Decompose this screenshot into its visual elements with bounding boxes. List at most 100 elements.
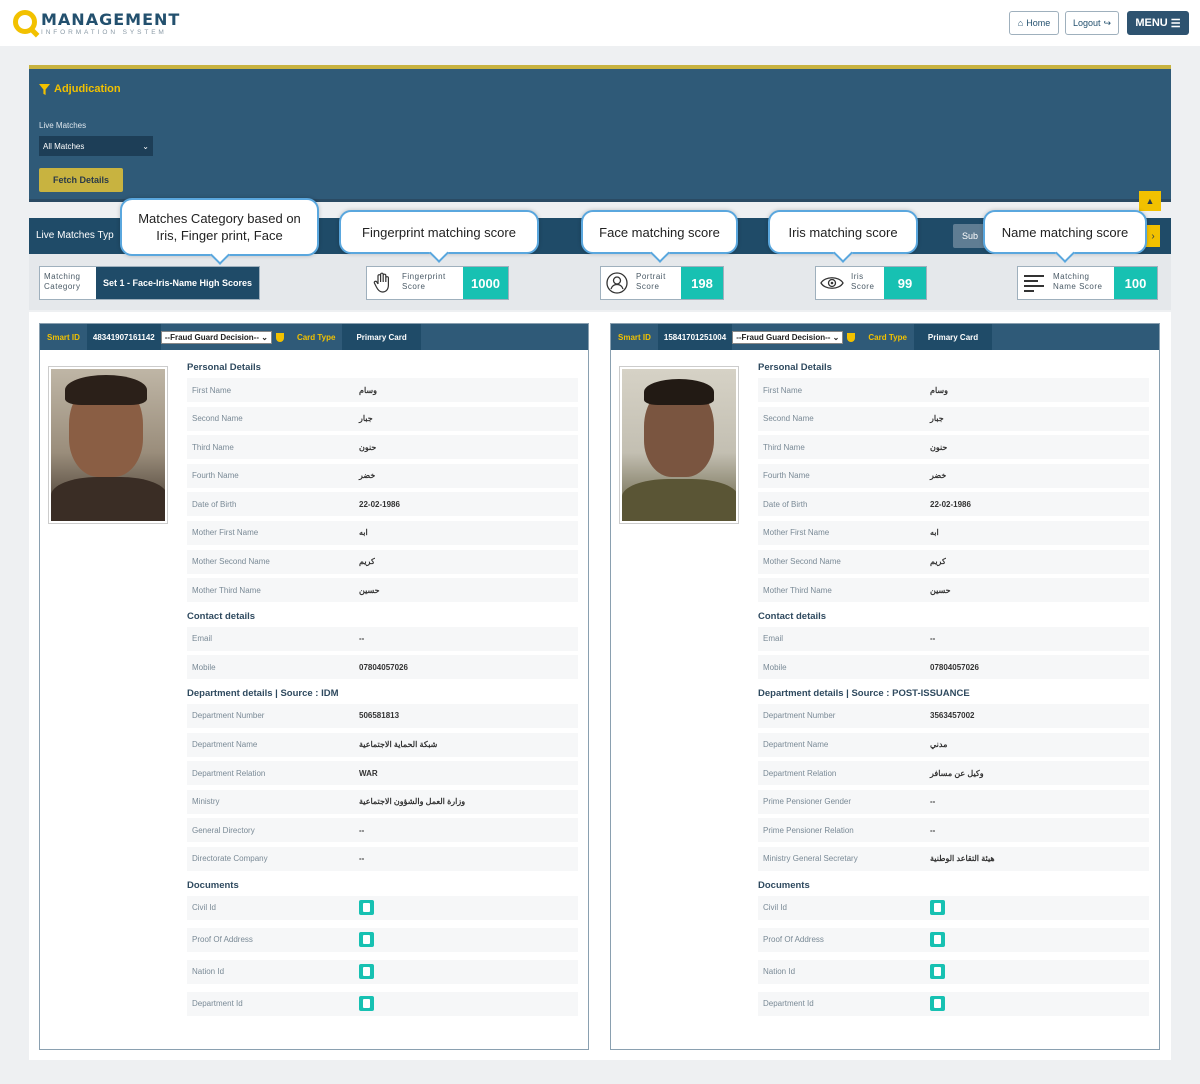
detail-label: Second Name	[763, 414, 814, 424]
logo-title: MANAGEMENT	[41, 10, 181, 29]
detail-row: Date of Birth 22-02-1986	[758, 492, 1149, 517]
chevron-right-icon: ›	[1151, 230, 1155, 242]
detail-row: Department Number 3563457002	[758, 703, 1149, 728]
detail-label: Department Number	[192, 711, 265, 721]
next-button[interactable]: ›	[1146, 225, 1160, 247]
text-lines-icon	[1018, 267, 1050, 299]
detail-label: Mobile	[763, 662, 787, 672]
detail-row: Fourth Name خضر	[758, 463, 1149, 488]
document-icon[interactable]	[359, 900, 374, 915]
detail-row: Ministry General Secretary هيئة التقاعد ا…	[758, 846, 1149, 871]
logo-q-icon	[13, 10, 37, 34]
document-label: Department Id	[763, 999, 814, 1008]
iris-score-value: 99	[884, 267, 926, 299]
logout-icon: ↪	[1103, 17, 1112, 28]
portrait-score: Portrait Score 198	[600, 266, 724, 300]
fraud-guard-value: --Fraud Guard Decision--	[736, 332, 831, 342]
detail-label: Third Name	[763, 442, 805, 452]
detail-value: خضر	[359, 471, 376, 481]
collapse-panel-button[interactable]: ▲	[1139, 191, 1161, 211]
right-record-card: Smart ID 15841701251004 --Fraud Guard De…	[610, 323, 1160, 1050]
detail-value: 506581813	[359, 711, 400, 721]
detail-value: WAR	[359, 768, 378, 778]
detail-label: Prime Pensioner Gender	[763, 797, 852, 807]
name-score-label: Matching Name Score	[1053, 272, 1103, 291]
adjudication-panel: Adjudication Live Matches All Matches ⌄ …	[29, 65, 1171, 202]
top-bar: MANAGEMENT INFORMATION SYSTEM ⌂ Home Log…	[0, 0, 1200, 46]
document-icon[interactable]	[930, 964, 945, 979]
detail-label: Department Relation	[192, 768, 266, 778]
name-score: Matching Name Score 100	[1017, 266, 1158, 300]
detail-value: --	[930, 797, 936, 807]
detail-label: Department Number	[763, 711, 836, 721]
detail-label: First Name	[192, 385, 232, 395]
hamburger-icon: ☰	[1170, 17, 1181, 30]
detail-row: Date of Birth 22-02-1986	[187, 492, 578, 517]
logout-button[interactable]: Logout ↪	[1065, 11, 1119, 35]
section-title-department: Department details | Source : IDM	[187, 687, 339, 699]
detail-row: Mother First Name ابه	[758, 520, 1149, 545]
eye-icon	[816, 267, 848, 299]
document-label: Nation Id	[192, 967, 225, 976]
section-title-personal: Personal Details	[758, 362, 832, 373]
home-button[interactable]: ⌂ Home	[1009, 11, 1059, 35]
callout-fingerprint: Fingerprint matching score	[339, 210, 539, 254]
document-label: Nation Id	[763, 967, 796, 976]
detail-row: Mobile 07804057026	[187, 655, 578, 680]
document-icon[interactable]	[930, 932, 945, 947]
fraud-guard-select[interactable]: --Fraud Guard Decision-- ⌄	[160, 330, 272, 344]
detail-value: ابه	[359, 528, 368, 538]
document-row: Proof Of Address	[187, 927, 578, 952]
detail-row: First Name وسام	[758, 378, 1149, 402]
detail-value: جبار	[359, 414, 373, 424]
document-row: Nation Id	[187, 959, 578, 984]
document-icon[interactable]	[359, 996, 374, 1011]
fingerprint-score-value: 1000	[463, 267, 508, 299]
detail-row: Department Relation WAR	[187, 761, 578, 786]
panel-title-text: Adjudication	[54, 83, 121, 95]
live-matches-label: Live Matches	[39, 121, 87, 130]
detail-row: General Directory --	[187, 818, 578, 843]
matching-category: Matching Category Set 1 - Face-Iris-Name…	[39, 266, 261, 300]
fingerprint-score: Fingerprint Score 1000	[366, 266, 509, 300]
fetch-details-button[interactable]: Fetch Details	[39, 168, 123, 192]
detail-label: Mother Second Name	[192, 557, 270, 567]
detail-row: Third Name حنون	[187, 435, 578, 460]
detail-label: Directorate Company	[192, 854, 268, 864]
detail-label: Department Name	[192, 740, 258, 750]
live-matches-value: All Matches	[43, 141, 85, 151]
document-icon[interactable]	[930, 996, 945, 1011]
card-header: Smart ID 15841701251004 --Fraud Guard De…	[611, 324, 1159, 350]
menu-button[interactable]: MENU ☰	[1127, 11, 1189, 35]
section-title-documents: Documents	[758, 879, 810, 891]
logo-subtitle: INFORMATION SYSTEM	[41, 29, 167, 36]
document-label: Proof Of Address	[192, 935, 253, 944]
detail-value: وسام	[359, 385, 377, 395]
person-photo-image	[622, 369, 736, 521]
detail-label: Prime Pensioner Relation	[763, 825, 854, 835]
detail-value: --	[930, 634, 936, 644]
logout-label: Logout	[1072, 18, 1101, 28]
detail-value: --	[359, 854, 365, 864]
callout-iris: Iris matching score	[768, 210, 918, 254]
smart-id-label: Smart ID	[618, 332, 651, 342]
name-score-value: 100	[1114, 267, 1157, 299]
document-icon[interactable]	[359, 964, 374, 979]
detail-value: حسين	[930, 585, 951, 595]
portrait-icon	[601, 267, 633, 299]
detail-row: Email --	[187, 626, 578, 651]
detail-row: Mother Second Name كريم	[187, 549, 578, 574]
document-icon[interactable]	[359, 932, 374, 947]
detail-label: Email	[192, 634, 213, 644]
document-label: Department Id	[192, 999, 243, 1008]
menu-label: MENU	[1135, 17, 1168, 29]
detail-row: Fourth Name خضر	[187, 463, 578, 488]
fraud-guard-select[interactable]: --Fraud Guard Decision-- ⌄	[732, 330, 844, 344]
left-record-card: Smart ID 48341907161142 --Fraud Guard De…	[39, 323, 589, 1050]
detail-row: Second Name جبار	[758, 406, 1149, 431]
document-icon[interactable]	[930, 900, 945, 915]
live-matches-select[interactable]: All Matches ⌄	[39, 136, 153, 156]
person-photo	[48, 366, 168, 524]
card-type-label: Card Type	[296, 332, 336, 342]
detail-row: Mother Second Name كريم	[758, 549, 1149, 574]
